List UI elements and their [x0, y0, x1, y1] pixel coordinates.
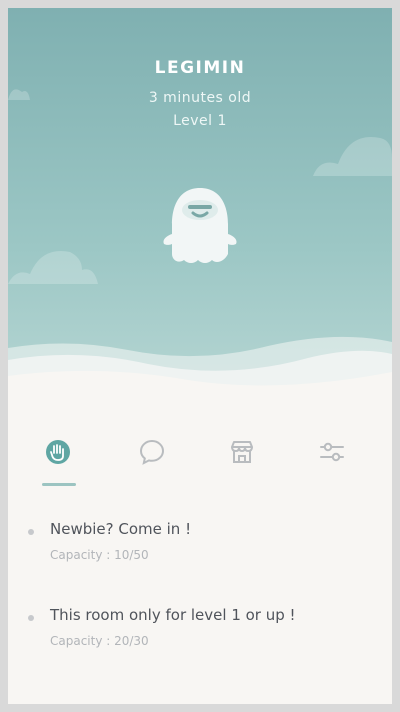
tab-chat[interactable]	[132, 432, 172, 472]
room-name: This room only for level 1 or up !	[50, 606, 296, 624]
bullet-icon	[28, 529, 34, 535]
tab-bar	[8, 418, 392, 488]
room-name: Newbie? Come in !	[50, 520, 192, 538]
pet-name: LEGIMIN	[154, 58, 246, 78]
room-item[interactable]: This room only for level 1 or up ! Capac…	[8, 606, 392, 666]
chat-bubble-icon	[139, 439, 165, 465]
app-screen: LEGIMIN 3 minutes old Level 1 Newbie? Co…	[8, 8, 392, 704]
room-capacity: Capacity : 10/50	[50, 548, 149, 562]
room-item[interactable]: Newbie? Come in ! Capacity : 10/50	[8, 520, 392, 580]
mascot-ghost[interactable]	[158, 184, 242, 274]
shop-icon	[231, 441, 253, 463]
hand-icon	[46, 440, 70, 464]
pet-age: 3 minutes old	[148, 90, 252, 106]
pet-level: Level 1	[173, 113, 227, 129]
bullet-icon	[28, 615, 34, 621]
sliders-icon	[320, 442, 344, 462]
tab-shop[interactable]	[222, 432, 262, 472]
room-capacity: Capacity : 20/30	[50, 634, 149, 648]
tab-home[interactable]	[38, 432, 78, 472]
tab-settings[interactable]	[312, 432, 352, 472]
pet-hero: LEGIMIN 3 minutes old Level 1	[8, 8, 392, 408]
active-tab-indicator	[42, 483, 76, 486]
